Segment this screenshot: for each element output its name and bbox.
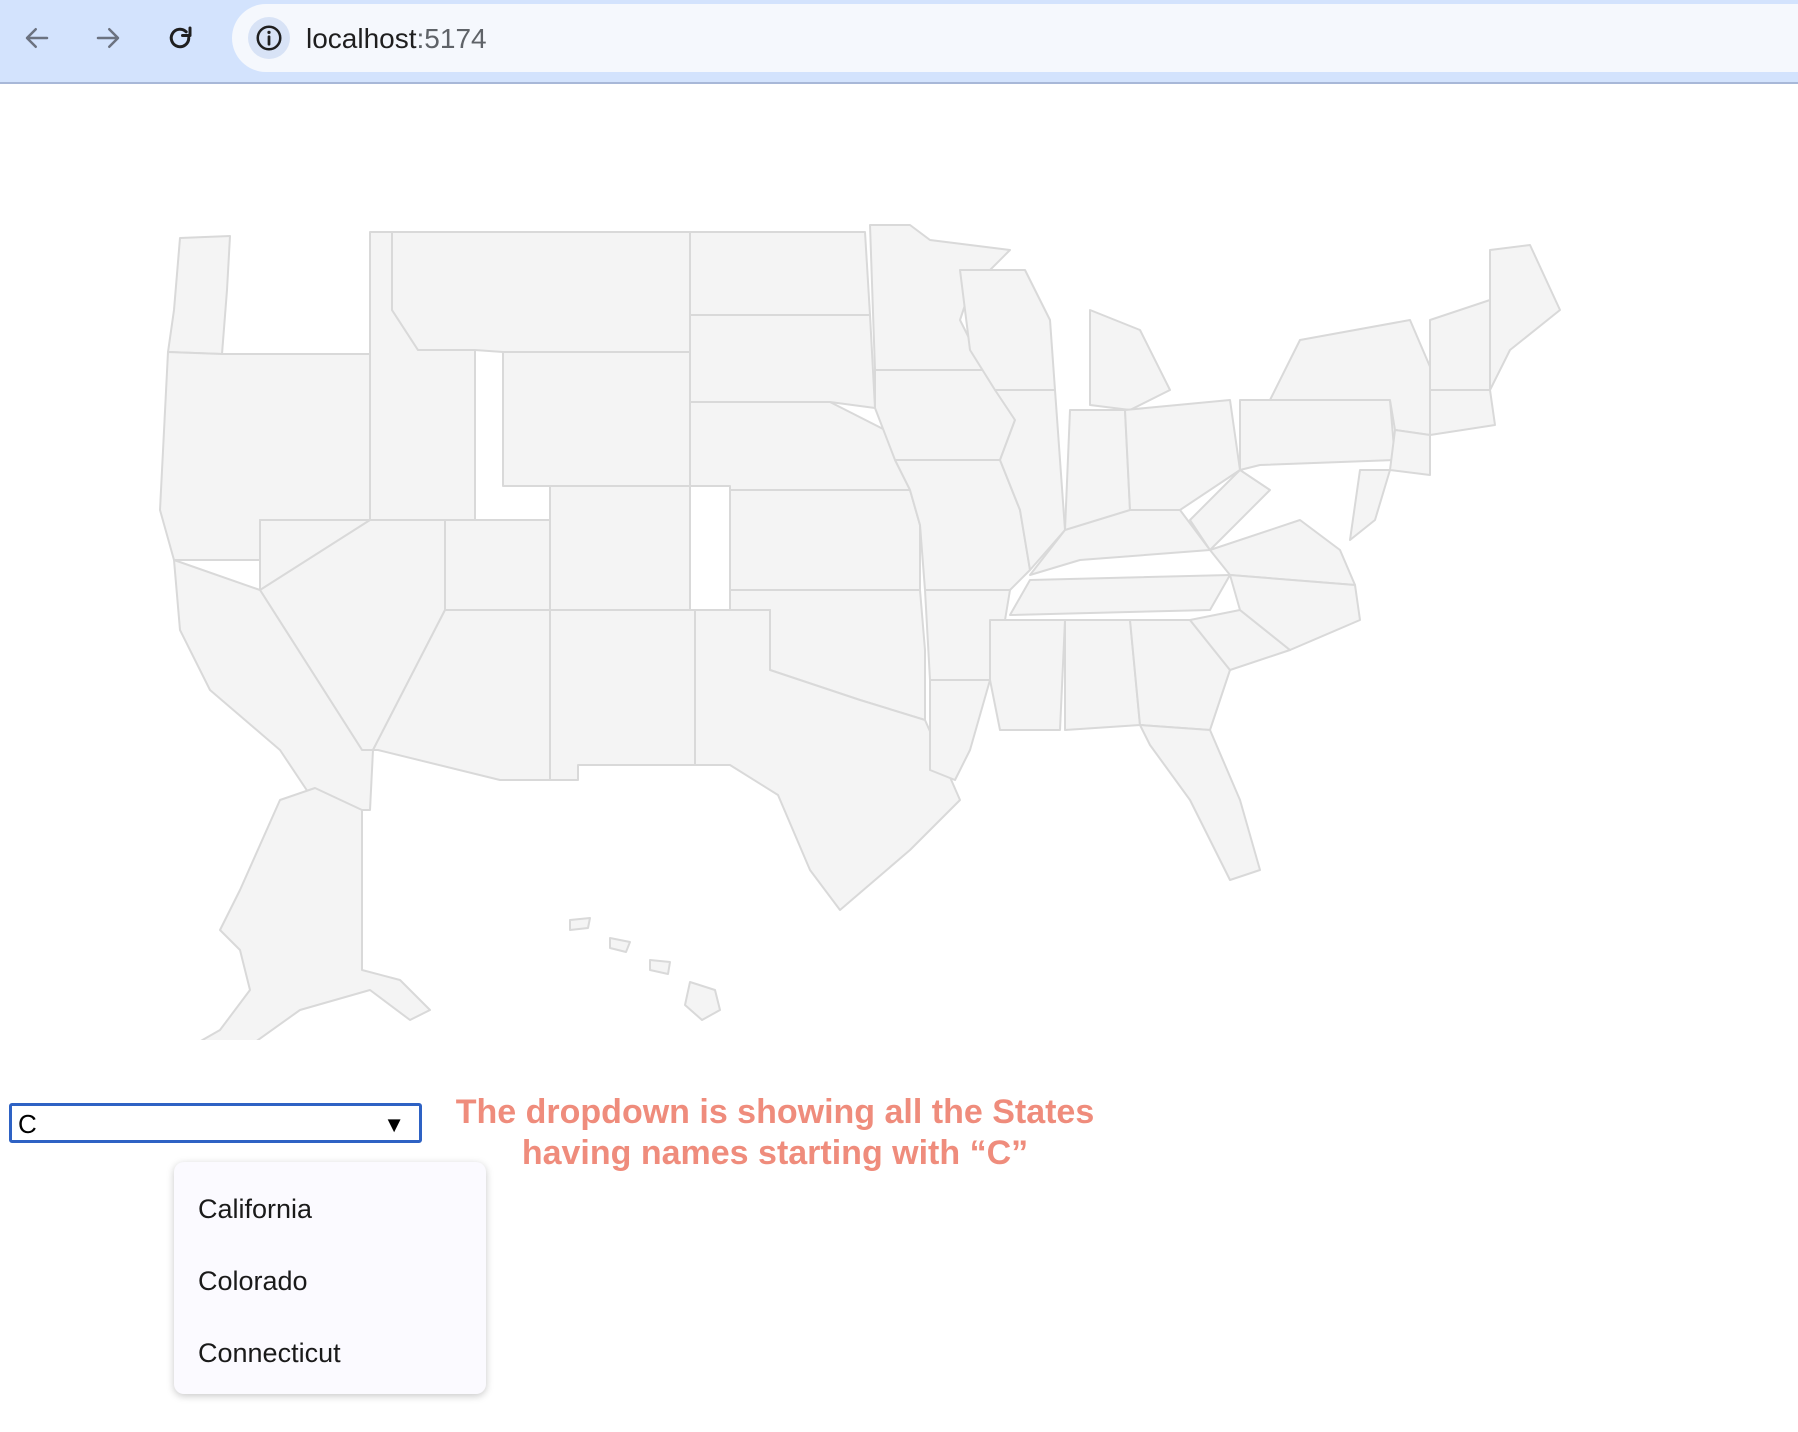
map-state[interactable] [929, 679, 991, 781]
map-state[interactable] [1489, 244, 1561, 391]
map-state[interactable] [689, 314, 876, 409]
us-map [130, 190, 1610, 1071]
map-state[interactable] [689, 231, 871, 316]
back-arrow-icon [25, 28, 49, 48]
map-state[interactable] [569, 917, 591, 931]
dropdown-input-value[interactable]: C [18, 1110, 37, 1138]
map-state[interactable] [609, 937, 631, 953]
map-state[interactable] [1064, 619, 1141, 731]
map-state[interactable] [729, 489, 921, 591]
map-state[interactable] [1429, 299, 1491, 391]
dropdown-options-list: California Colorado Connecticut [174, 1162, 486, 1394]
map-state[interactable] [1349, 469, 1391, 541]
map-state[interactable] [1009, 574, 1231, 616]
reload-icon [169, 26, 192, 49]
forward-arrow-icon [96, 28, 120, 48]
site-info-icon [256, 25, 282, 51]
option-item[interactable]: Connecticut [198, 1338, 341, 1368]
annotation-line-1: The dropdown is showing all the States [455, 1093, 1095, 1131]
site-info-button[interactable] [248, 17, 290, 59]
option-item[interactable]: Colorado [198, 1266, 308, 1296]
map-state[interactable] [684, 981, 721, 1021]
state-search-dropdown[interactable]: C ▼ [9, 1103, 422, 1143]
map-state[interactable] [444, 519, 551, 611]
map-state[interactable] [549, 609, 696, 781]
reload-button[interactable] [156, 14, 204, 62]
map-state[interactable] [1389, 429, 1431, 476]
map-state[interactable] [1139, 724, 1261, 881]
us-map-svg [149, 224, 1561, 1071]
map-state[interactable] [1239, 399, 1396, 471]
back-button[interactable] [13, 14, 61, 62]
map-state[interactable] [502, 351, 691, 487]
map-state[interactable] [1089, 309, 1171, 411]
map-state[interactable] [391, 231, 691, 353]
address-bar[interactable]: localhost:5174 [232, 4, 1798, 72]
annotation-line-2: having names starting with “C” [521, 1134, 1029, 1172]
map-state[interactable] [167, 235, 231, 355]
map-state[interactable] [649, 959, 671, 975]
url-text[interactable]: localhost:5174 [306, 24, 487, 54]
dropdown-arrow-icon[interactable]: ▼ [383, 1112, 405, 1138]
option-item[interactable]: California [198, 1194, 312, 1224]
url-port: :5174 [416, 23, 487, 54]
forward-button[interactable] [84, 14, 132, 62]
map-state[interactable] [1429, 389, 1496, 436]
url-host: localhost [306, 23, 417, 54]
map-state[interactable] [989, 619, 1066, 731]
map-state[interactable] [149, 787, 431, 1071]
map-state[interactable] [549, 485, 691, 611]
annotation-text: The dropdown is showing all the States h… [440, 1092, 1110, 1174]
browser-toolbar: localhost:5174 [0, 0, 1798, 84]
